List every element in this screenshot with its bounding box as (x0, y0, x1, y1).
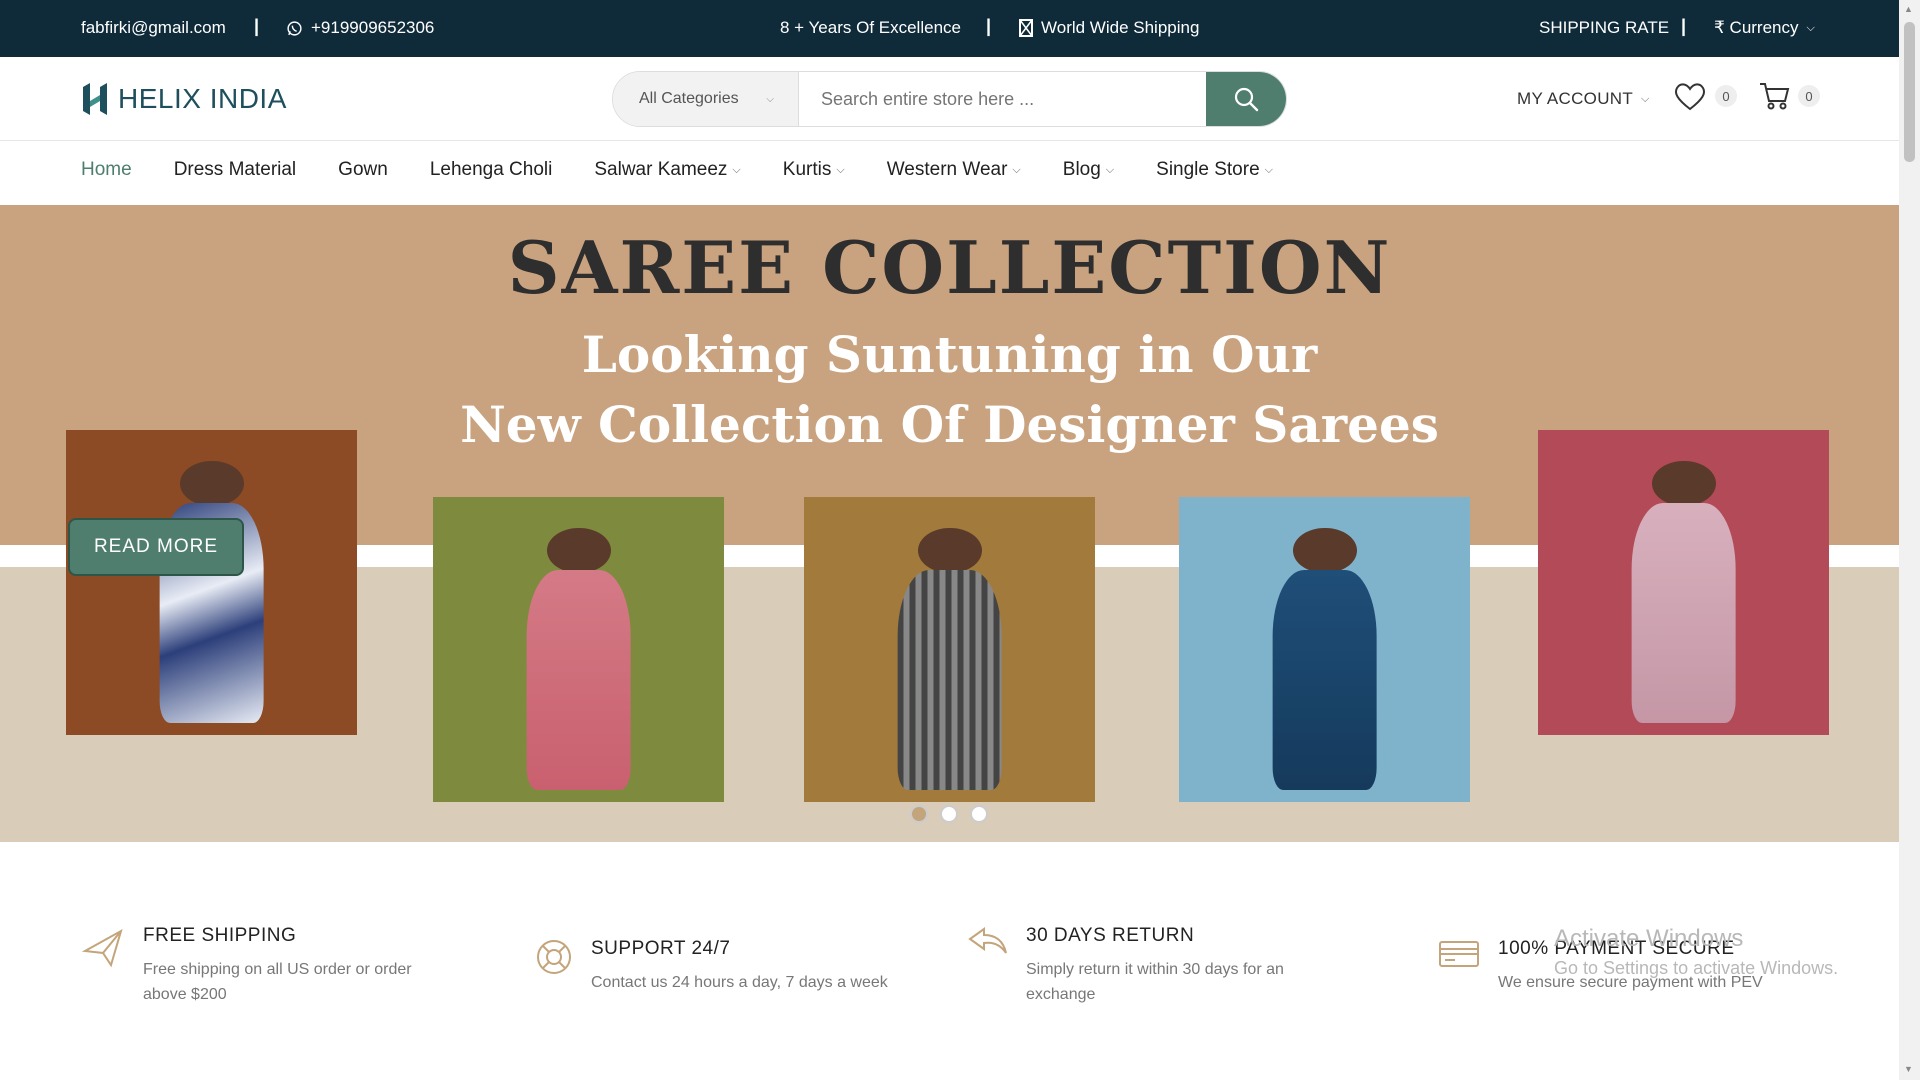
plane-icon (81, 928, 123, 968)
wishlist-button[interactable]: 0 (1673, 81, 1737, 111)
scroll-up-icon[interactable]: ▲ (1904, 4, 1913, 14)
slider-dots (910, 805, 988, 823)
helix-logo-icon (83, 83, 107, 115)
return-arrow-icon (968, 927, 1007, 954)
heart-icon (1674, 83, 1706, 111)
chevron-down-icon: ⌵ (766, 93, 774, 105)
search-icon (1234, 87, 1259, 112)
read-more-button[interactable]: READ MORE (68, 518, 244, 576)
nav-item-home[interactable]: Home (81, 159, 132, 181)
shipping-box-icon (1019, 19, 1033, 37)
excellence-text: 8 + Years Of Excellence (780, 18, 961, 38)
feature-title: SUPPORT 24/7 (591, 938, 731, 959)
chevron-down-icon: ⌵ (1012, 163, 1021, 176)
category-label: All Categories (639, 90, 739, 107)
chevron-down-icon: ⌵ (1264, 163, 1273, 176)
nav-item-lehenga-choli[interactable]: Lehenga Choli (430, 159, 553, 181)
saree-photo-1 (66, 430, 357, 735)
activate-windows-watermark: Activate Windows (1554, 925, 1744, 952)
scroll-down-icon[interactable]: ▼ (1904, 1064, 1913, 1074)
nav-label: Dress Material (173, 159, 297, 180)
nav-item-blog[interactable]: Blog ⌵ (1063, 159, 1114, 181)
wishlist-count: 0 (1715, 85, 1737, 107)
credit-card-icon (1439, 941, 1479, 967)
chevron-down-icon: ⌵ (836, 163, 845, 176)
nav-label: Blog (1062, 159, 1101, 180)
nav-item-gown[interactable]: Gown (338, 159, 388, 181)
separator: | (1681, 16, 1687, 36)
site-header: HELIX INDIA All Categories ⌵ MY ACCOUNT … (0, 57, 1899, 141)
main-nav: Home Dress Material Gown Lehenga Choli S… (0, 141, 1899, 205)
currency-dropdown[interactable]: ₹ Currency ⌵ (1714, 18, 1815, 38)
hero-banner[interactable]: SAREE COLLECTION Looking Suntuning in Ou… (0, 205, 1899, 842)
nav-label: Salwar Kameez (594, 159, 728, 180)
scrollbar-thumb[interactable] (1904, 22, 1915, 162)
saree-photo-5 (1538, 430, 1829, 735)
feature-desc: exchange (1026, 986, 1096, 1003)
currency-label: ₹ Currency (1714, 18, 1799, 37)
nav-label: Single Store (1156, 159, 1260, 180)
nav-label: Home (81, 159, 132, 180)
saree-photo-2 (433, 497, 724, 802)
lifebuoy-icon (537, 940, 571, 974)
logo[interactable]: HELIX INDIA (80, 81, 287, 117)
whatsapp-icon (287, 20, 302, 36)
saree-photo-3 (804, 497, 1095, 802)
hero-title: SAREE COLLECTION (507, 225, 1392, 310)
hero-subtitle-line1: Looking Suntuning in Our (581, 325, 1318, 384)
shipping-rate-label: SHIPPING RATE (1539, 18, 1670, 37)
excellence-label: 8 + Years Of Excellence (780, 18, 961, 37)
separator: | (254, 16, 260, 36)
chevron-down-icon: ⌵ (1105, 163, 1115, 176)
top-bar: fabfirki@gmail.com | +919909652306 8 + Y… (0, 0, 1899, 57)
feature-desc: above $200 (143, 986, 227, 1003)
slider-dot-1[interactable] (910, 805, 928, 823)
worldwide-shipping: World Wide Shipping (1019, 18, 1199, 38)
feature-free-shipping: FREE SHIPPING Free shipping on all US or… (81, 925, 412, 1007)
chevron-down-icon: ⌵ (1641, 92, 1650, 105)
my-account-dropdown[interactable]: MY ACCOUNT ⌵ (1517, 89, 1650, 109)
feature-title: FREE SHIPPING (143, 925, 297, 946)
chevron-down-icon: ⌵ (732, 163, 741, 176)
search-input[interactable] (799, 72, 1206, 126)
nav-item-salwar-kameez[interactable]: Salwar Kameez ⌵ (594, 159, 740, 181)
activate-windows-hint: Go to Settings to activate Windows. (1554, 958, 1839, 978)
shipping-rate-link[interactable]: SHIPPING RATE (1539, 18, 1669, 38)
feature-desc: Free shipping on all US order or order (143, 961, 412, 978)
nav-label: Gown (338, 159, 388, 180)
nav-label: Lehenga Choli (429, 159, 553, 180)
nav-item-kurtis[interactable]: Kurtis ⌵ (783, 159, 845, 181)
feature-returns: 30 DAYS RETURN Simply return it within 3… (968, 925, 1284, 1007)
slider-dot-2[interactable] (940, 805, 958, 823)
shipping-label: World Wide Shipping (1041, 18, 1200, 37)
separator: | (986, 16, 992, 36)
phone-text: +919909652306 (311, 18, 435, 37)
cart-icon (1760, 83, 1790, 110)
search-bar: All Categories ⌵ (612, 71, 1287, 127)
feature-title: 30 DAYS RETURN (1026, 925, 1195, 946)
nav-list: Home Dress Material Gown Lehenga Choli S… (81, 159, 1315, 181)
feature-desc: Simply return it within 30 days for an (1026, 961, 1284, 978)
search-button[interactable] (1206, 72, 1286, 126)
chevron-down-icon: ⌵ (1806, 21, 1815, 34)
category-select[interactable]: All Categories ⌵ (613, 72, 799, 126)
nav-item-western-wear[interactable]: Western Wear ⌵ (887, 159, 1021, 181)
nav-item-single-store[interactable]: Single Store ⌵ (1156, 159, 1273, 181)
nav-label: Kurtis (782, 159, 832, 180)
feature-support: SUPPORT 24/7 Contact us 24 hours a day, … (535, 938, 888, 995)
slider-dot-3[interactable] (970, 805, 988, 823)
account-label: MY ACCOUNT (1517, 89, 1634, 108)
nav-item-dress-material[interactable]: Dress Material (174, 159, 296, 181)
nav-label: Western Wear (886, 159, 1008, 180)
logo-text: HELIX INDIA (118, 83, 287, 114)
email-link[interactable]: fabfirki@gmail.com (81, 18, 226, 38)
phone-link[interactable]: +919909652306 (286, 18, 434, 38)
feature-desc: Contact us 24 hours a day, 7 days a week (591, 974, 888, 991)
email-text: fabfirki@gmail.com (81, 18, 226, 37)
read-more-label: READ MORE (93, 536, 219, 557)
saree-photo-4 (1179, 497, 1470, 802)
cart-button[interactable]: 0 (1758, 81, 1820, 111)
cart-count: 0 (1798, 85, 1820, 107)
page-scrollbar[interactable]: ▲ ▼ (1899, 0, 1920, 1080)
